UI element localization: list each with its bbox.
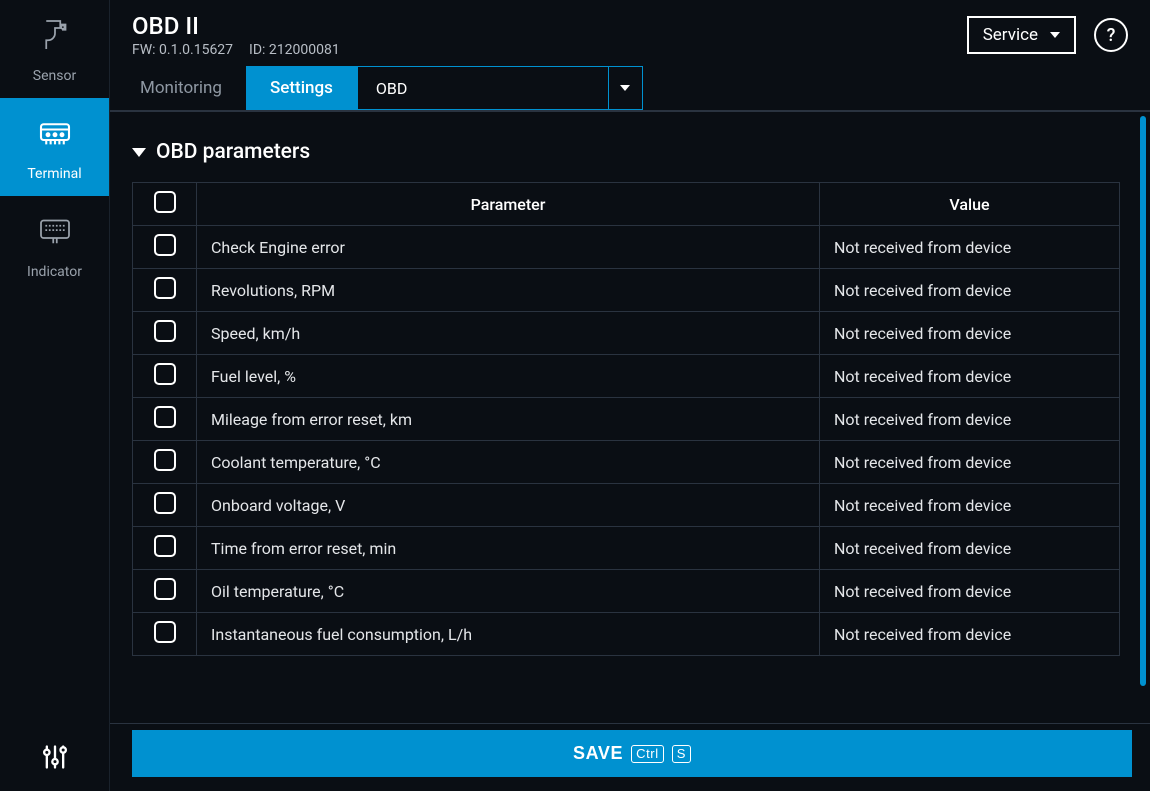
sidenav-item-label: Terminal xyxy=(27,166,81,182)
sensor-icon xyxy=(34,14,76,60)
row-checkbox[interactable] xyxy=(154,449,176,471)
row-checkbox[interactable] xyxy=(154,234,176,256)
sidenav-item-indicator[interactable]: Indicator xyxy=(0,196,109,294)
col-parameter: Parameter xyxy=(197,183,820,226)
param-value: Not received from device xyxy=(820,312,1120,355)
sidenav-item-terminal[interactable]: Terminal xyxy=(0,98,109,196)
section-title: OBD parameters xyxy=(156,140,310,164)
param-name: Check Engine error xyxy=(197,226,820,269)
settings-category-caret[interactable] xyxy=(608,67,642,109)
param-name: Revolutions, RPM xyxy=(197,269,820,312)
table-row: Revolutions, RPMNot received from device xyxy=(133,269,1120,312)
param-value: Not received from device xyxy=(820,269,1120,312)
obd-parameters-table: Parameter Value Check Engine errorNot re… xyxy=(132,182,1120,656)
sidenav-item-sensor[interactable]: Sensor xyxy=(0,0,109,98)
param-value: Not received from device xyxy=(820,527,1120,570)
table-row: Coolant temperature, °CNot received from… xyxy=(133,441,1120,484)
table-row: Speed, km/hNot received from device xyxy=(133,312,1120,355)
param-value: Not received from device xyxy=(820,613,1120,656)
sliders-icon xyxy=(41,743,69,775)
scrollbar[interactable] xyxy=(1140,116,1146,686)
row-checkbox[interactable] xyxy=(154,406,176,428)
row-checkbox[interactable] xyxy=(154,320,176,342)
help-icon: ? xyxy=(1107,25,1116,46)
row-checkbox[interactable] xyxy=(154,363,176,385)
table-row: Onboard voltage, VNot received from devi… xyxy=(133,484,1120,527)
sidenav-item-label: Indicator xyxy=(27,264,82,280)
chevron-down-icon xyxy=(1050,32,1060,38)
table-row: Instantaneous fuel consumption, L/hNot r… xyxy=(133,613,1120,656)
param-name: Time from error reset, min xyxy=(197,527,820,570)
sidenav-item-label: Sensor xyxy=(33,68,76,84)
param-name: Mileage from error reset, km xyxy=(197,398,820,441)
section-toggle-obd-parameters[interactable]: OBD parameters xyxy=(132,140,1120,164)
row-checkbox[interactable] xyxy=(154,535,176,557)
table-row: Time from error reset, minNot received f… xyxy=(133,527,1120,570)
row-checkbox[interactable] xyxy=(154,492,176,514)
col-value: Value xyxy=(820,183,1120,226)
chevron-down-icon xyxy=(620,85,630,91)
param-name: Coolant temperature, °C xyxy=(197,441,820,484)
settings-category-select: OBD xyxy=(357,66,643,110)
service-dropdown-label: Service xyxy=(983,25,1038,45)
sidenav: Sensor Terminal xyxy=(0,0,110,791)
row-checkbox[interactable] xyxy=(154,578,176,600)
tabbar: Monitoring Settings OBD xyxy=(110,66,1150,112)
table-row: Mileage from error reset, kmNot received… xyxy=(133,398,1120,441)
service-dropdown[interactable]: Service xyxy=(967,16,1076,54)
table-row: Oil temperature, °CNot received from dev… xyxy=(133,570,1120,613)
chevron-down-icon xyxy=(132,148,146,157)
checkbox-select-all[interactable] xyxy=(154,191,176,213)
table-row: Fuel level, %Not received from device xyxy=(133,355,1120,398)
row-checkbox[interactable] xyxy=(154,621,176,643)
param-name: Speed, km/h xyxy=(197,312,820,355)
row-checkbox[interactable] xyxy=(154,277,176,299)
param-value: Not received from device xyxy=(820,398,1120,441)
param-value: Not received from device xyxy=(820,355,1120,398)
topbar: OBD II FW: 0.1.0.15627 ID: 212000081 Ser… xyxy=(110,0,1150,66)
save-button-label: SAVE xyxy=(573,743,623,764)
param-name: Onboard voltage, V xyxy=(197,484,820,527)
param-value: Not received from device xyxy=(820,226,1120,269)
param-name: Fuel level, % xyxy=(197,355,820,398)
page-title: OBD II xyxy=(132,12,340,40)
sidenav-settings-button[interactable] xyxy=(0,743,109,775)
content-area: OBD parameters Parameter Value Check Eng… xyxy=(110,112,1138,723)
param-name: Instantaneous fuel consumption, L/h xyxy=(197,613,820,656)
param-value: Not received from device xyxy=(820,484,1120,527)
tab-monitoring[interactable]: Monitoring xyxy=(116,66,246,110)
settings-category-value[interactable]: OBD xyxy=(358,67,608,109)
indicator-icon xyxy=(34,210,76,256)
tab-settings[interactable]: Settings xyxy=(246,66,357,110)
terminal-icon xyxy=(34,112,76,158)
kbd-ctrl: Ctrl xyxy=(631,745,664,763)
device-id: ID: 212000081 xyxy=(249,42,340,58)
table-row: Check Engine errorNot received from devi… xyxy=(133,226,1120,269)
param-value: Not received from device xyxy=(820,570,1120,613)
fw-version: FW: 0.1.0.15627 xyxy=(132,42,233,58)
help-button[interactable]: ? xyxy=(1094,18,1128,52)
param-name: Oil temperature, °C xyxy=(197,570,820,613)
save-button[interactable]: SAVE Ctrl S xyxy=(132,730,1132,777)
kbd-s: S xyxy=(672,745,691,763)
param-value: Not received from device xyxy=(820,441,1120,484)
